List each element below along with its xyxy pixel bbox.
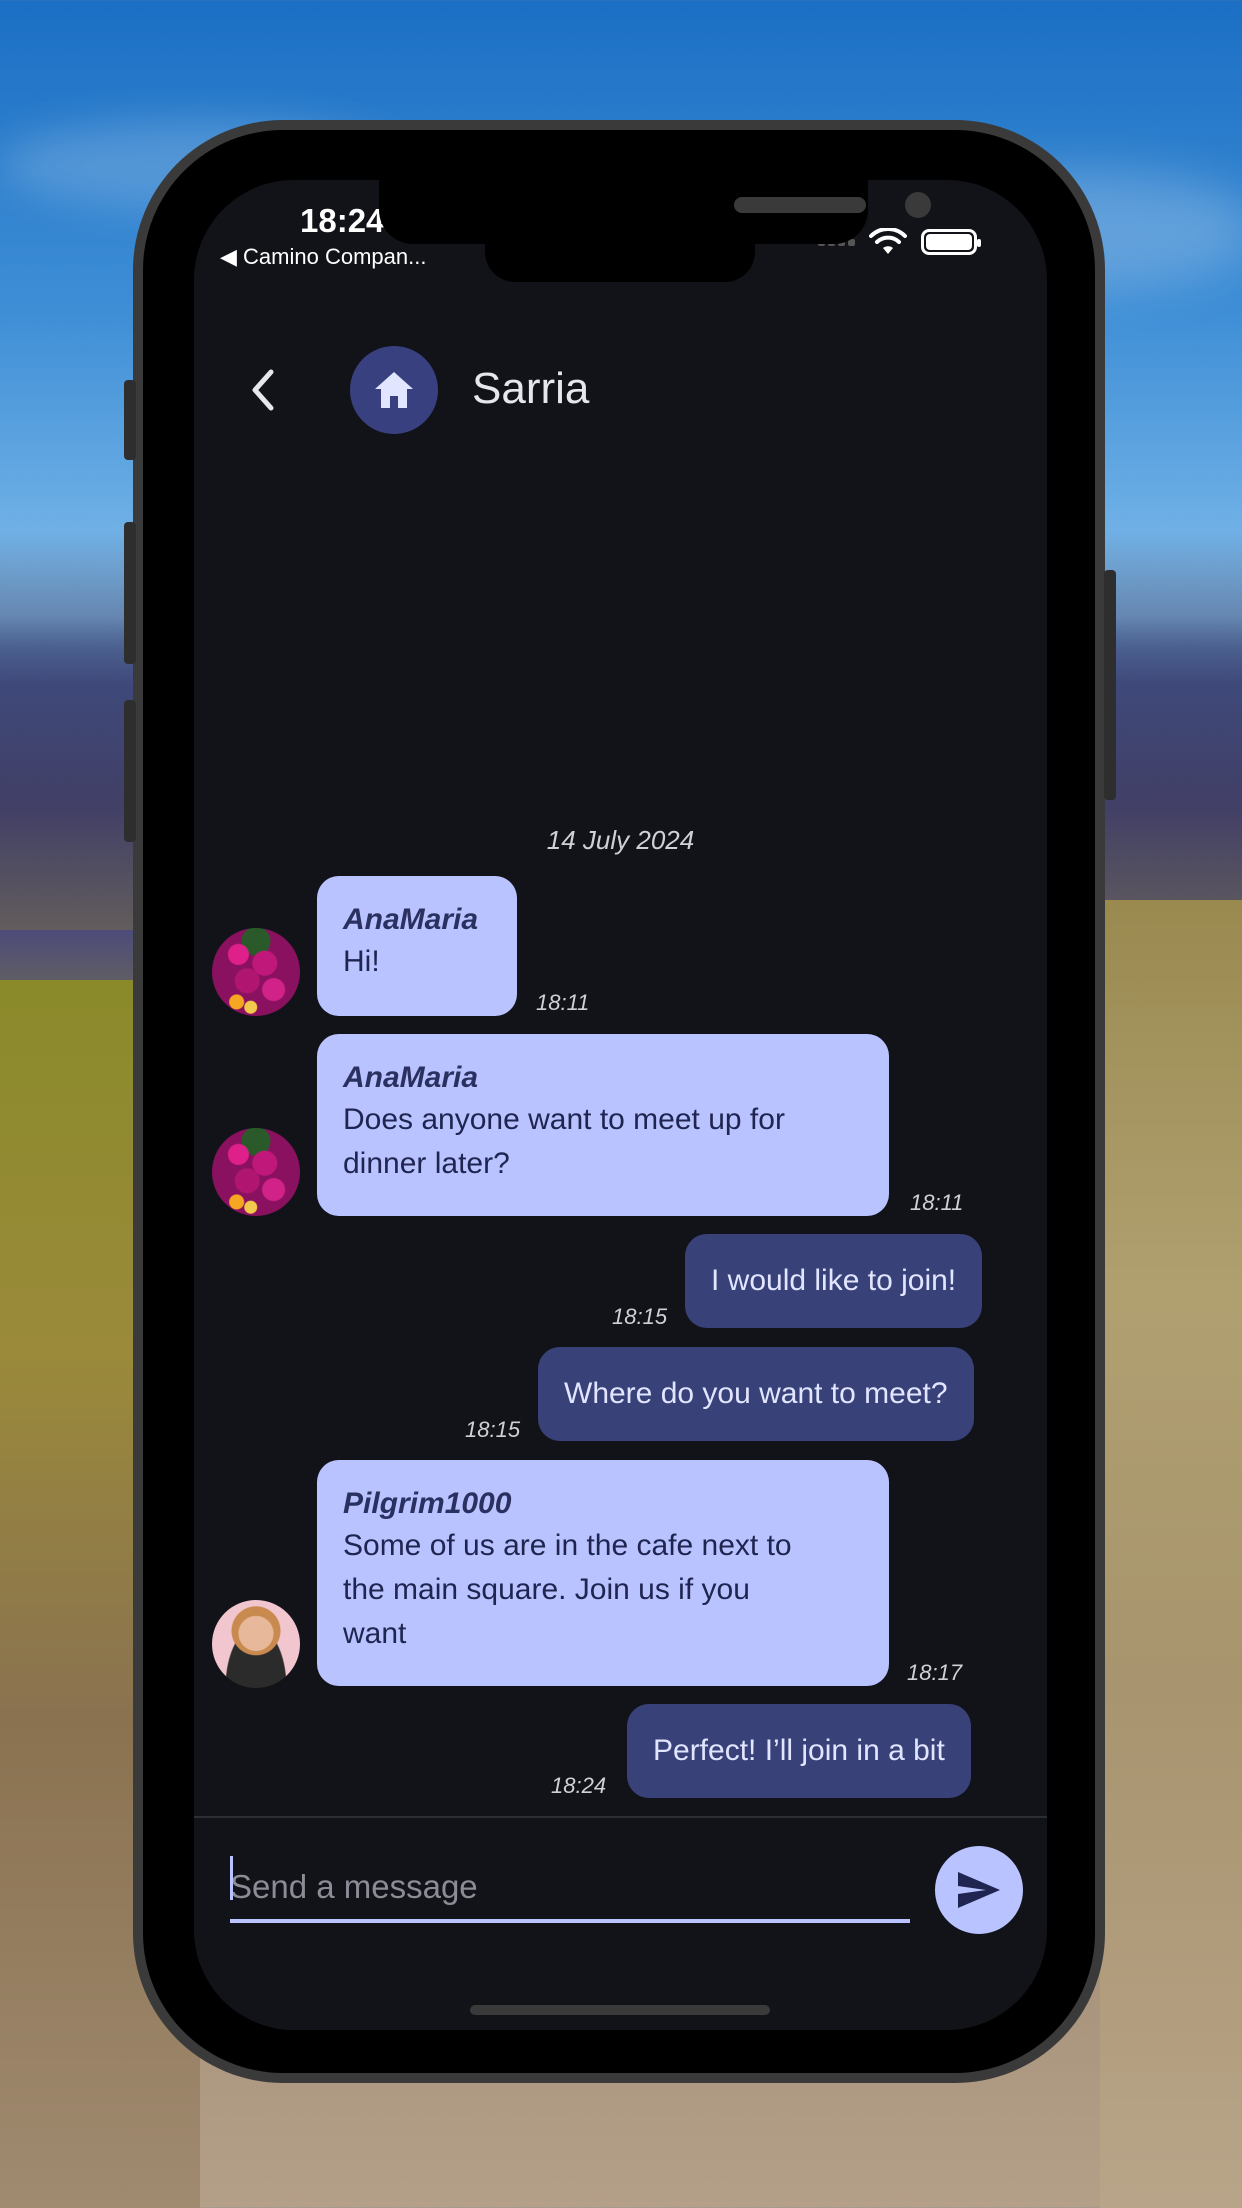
- chat-header: Sarria: [194, 330, 1047, 450]
- dynamic-island: [485, 240, 755, 282]
- message-time: 18:11: [536, 990, 590, 1015]
- message-bubble[interactable]: Pilgrim1000 Some of us are in the cafe n…: [317, 1460, 889, 1686]
- chevron-left-icon: [252, 369, 274, 411]
- home-icon: [375, 372, 413, 408]
- avatar[interactable]: [212, 928, 300, 1016]
- phone-screen: 18:24 ◀ Camino Compan... Sarria 14 July …: [194, 180, 1047, 2030]
- message-sender: AnaMaria: [343, 903, 479, 936]
- wifi-icon: [869, 228, 907, 254]
- message-bubble[interactable]: AnaMaria Hi!: [317, 876, 517, 1016]
- message-bubble-outgoing[interactable]: Perfect! I’ll join in a bit: [627, 1704, 971, 1798]
- message-text: Hi!: [343, 945, 380, 978]
- message-time: 18:15: [465, 1417, 521, 1442]
- date-separator: 14 July 2024: [546, 825, 695, 855]
- message-bubble-outgoing[interactable]: I would like to join!: [685, 1234, 983, 1328]
- message-text-line: Some of us are in the cafe next to: [343, 1529, 792, 1562]
- send-button[interactable]: [935, 1846, 1023, 1934]
- volume-down-button: [124, 700, 136, 842]
- text-caret: [230, 1856, 233, 1900]
- message-time: 18:24: [551, 1773, 607, 1798]
- mute-switch: [124, 380, 136, 460]
- background-grass: [1100, 900, 1242, 2208]
- room-avatar[interactable]: [350, 346, 438, 434]
- message-time: 18:17: [907, 1660, 963, 1685]
- back-to-app-link[interactable]: ◀ Camino Compan...: [220, 244, 426, 270]
- message-time: 18:15: [612, 1304, 668, 1329]
- message-bubble-outgoing[interactable]: Where do you want to meet?: [538, 1347, 974, 1441]
- message-sender: Pilgrim1000: [343, 1487, 512, 1520]
- message-text-line: want: [343, 1617, 407, 1650]
- battery-icon: [921, 229, 981, 255]
- message-text-line: dinner later?: [343, 1147, 510, 1180]
- back-button[interactable]: [234, 360, 294, 420]
- message-bubble[interactable]: AnaMaria Does anyone want to meet up for…: [317, 1034, 889, 1216]
- send-icon: [958, 1872, 1000, 1908]
- message-input[interactable]: [230, 1835, 910, 1923]
- status-time: 18:24: [300, 202, 385, 239]
- message-text-line: Does anyone want to meet up for: [343, 1103, 785, 1136]
- speaker: [734, 197, 866, 213]
- message-time: 18:11: [910, 1190, 964, 1215]
- home-indicator[interactable]: [470, 2005, 770, 2015]
- volume-up-button: [124, 522, 136, 664]
- room-title[interactable]: Sarria: [472, 364, 589, 414]
- avatar[interactable]: [212, 1128, 300, 1216]
- power-button: [1104, 570, 1116, 800]
- front-camera: [905, 192, 931, 218]
- message-text-line: the main square. Join us if you: [343, 1573, 750, 1606]
- composer-divider: [194, 1816, 1047, 1818]
- avatar[interactable]: [212, 1600, 300, 1688]
- notch: [379, 180, 931, 244]
- message-sender: AnaMaria: [343, 1061, 479, 1094]
